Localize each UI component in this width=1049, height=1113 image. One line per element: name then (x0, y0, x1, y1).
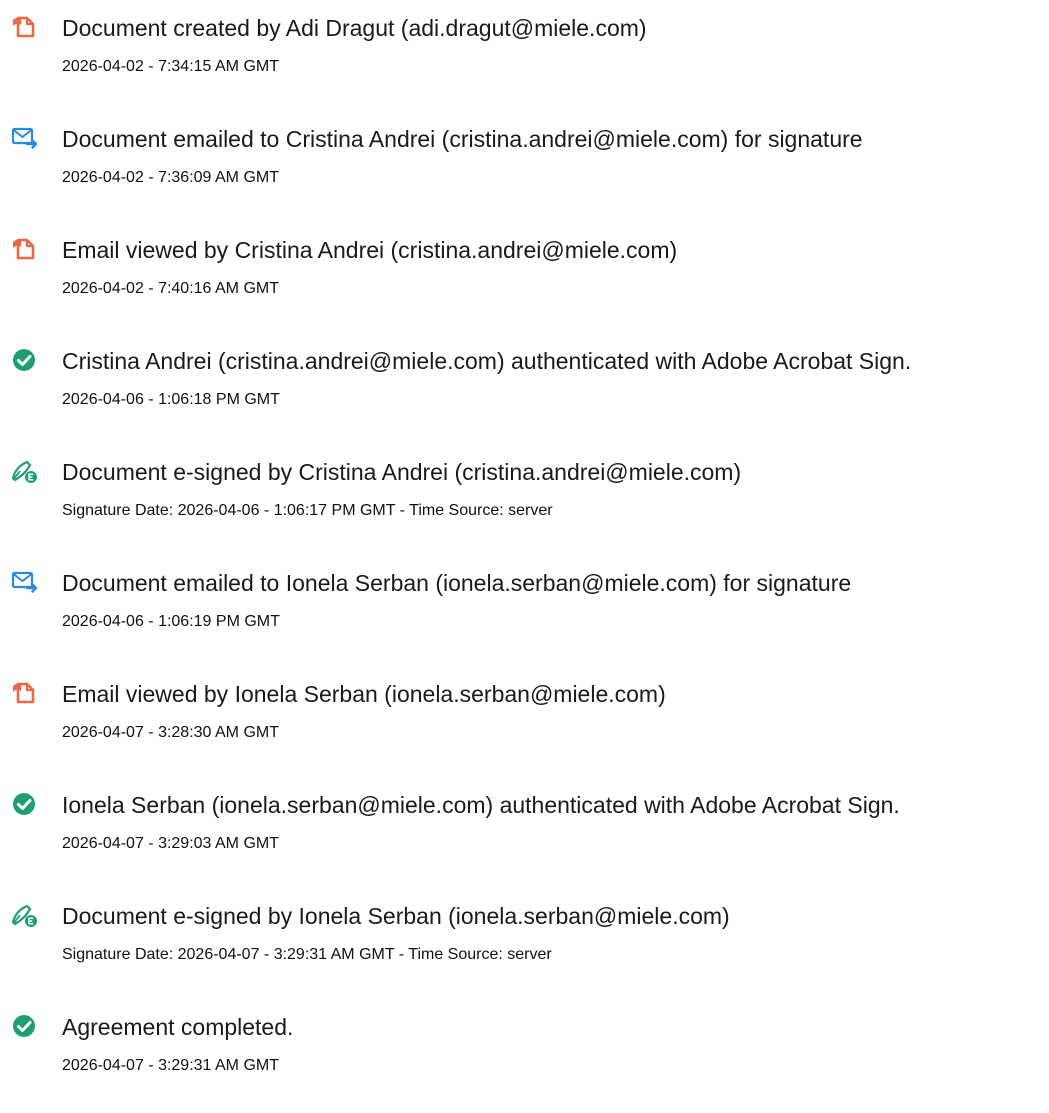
entry-title: Document e-signed by Ionela Serban (ione… (62, 903, 730, 929)
audit-entry: Agreement completed. 2026-04-07 - 3:29:3… (0, 1013, 1049, 1113)
entry-title: Cristina Andrei (cristina.andrei@miele.c… (62, 348, 912, 374)
entry-timestamp: 2026-04-02 - 7:34:15 AM GMT (62, 58, 279, 75)
esign-pen-icon (10, 456, 40, 486)
entry-title: Email viewed by Ionela Serban (ionela.se… (62, 681, 666, 707)
audit-entry: Document emailed to Ionela Serban (ionel… (0, 569, 1049, 669)
checkmark-icon (10, 789, 40, 819)
entry-timestamp: 2026-04-02 - 7:40:16 AM GMT (62, 280, 279, 297)
audit-entry: Document created by Adi Dragut (adi.drag… (0, 14, 1049, 114)
entry-title: Ionela Serban (ionela.serban@miele.com) … (62, 792, 900, 818)
entry-title: Document emailed to Ionela Serban (ionel… (62, 570, 852, 596)
audit-entry: Ionela Serban (ionela.serban@miele.com) … (0, 791, 1049, 891)
audit-entry: Document emailed to Cristina Andrei (cri… (0, 125, 1049, 225)
document-icon (10, 234, 40, 264)
entry-timestamp: 2026-04-07 - 3:29:31 AM GMT (62, 1057, 279, 1074)
entry-timestamp: 2026-04-06 - 1:06:18 PM GMT (62, 391, 280, 408)
entry-timestamp: 2026-04-06 - 1:06:19 PM GMT (62, 613, 280, 630)
email-icon (10, 123, 40, 153)
document-icon (10, 678, 40, 708)
entry-timestamp: 2026-04-07 - 3:28:30 AM GMT (62, 724, 279, 741)
audit-entry: Email viewed by Cristina Andrei (cristin… (0, 236, 1049, 336)
audit-entry: Document e-signed by Cristina Andrei (cr… (0, 458, 1049, 558)
checkmark-icon (10, 345, 40, 375)
entry-timestamp: 2026-04-07 - 3:29:03 AM GMT (62, 835, 279, 852)
entry-timestamp: Signature Date: 2026-04-06 - 1:06:17 PM … (62, 502, 553, 519)
audit-entry: Document e-signed by Ionela Serban (ione… (0, 902, 1049, 1002)
audit-entry: Email viewed by Ionela Serban (ionela.se… (0, 680, 1049, 780)
entry-timestamp: 2026-04-02 - 7:36:09 AM GMT (62, 169, 279, 186)
entry-title: Email viewed by Cristina Andrei (cristin… (62, 237, 678, 263)
audit-entry: Cristina Andrei (cristina.andrei@miele.c… (0, 347, 1049, 447)
email-icon (10, 567, 40, 597)
esign-pen-icon (10, 900, 40, 930)
checkmark-icon (10, 1011, 40, 1041)
entry-title: Document e-signed by Cristina Andrei (cr… (62, 459, 742, 485)
entry-title: Agreement completed. (62, 1014, 294, 1040)
entry-title: Document emailed to Cristina Andrei (cri… (62, 126, 863, 152)
document-icon (10, 12, 40, 42)
entry-title: Document created by Adi Dragut (adi.drag… (62, 15, 647, 41)
entry-timestamp: Signature Date: 2026-04-07 - 3:29:31 AM … (62, 946, 552, 963)
